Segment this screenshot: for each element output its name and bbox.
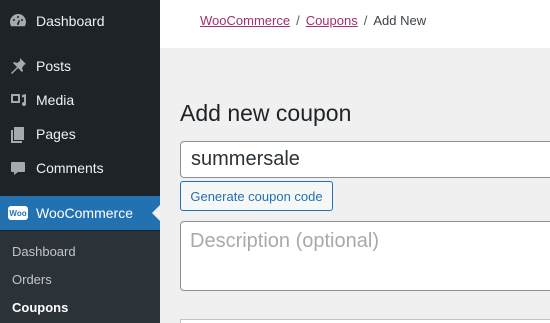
page-title: Add new coupon [180, 100, 352, 126]
woocommerce-submenu: Dashboard Orders Coupons [0, 231, 160, 323]
woocommerce-icon: Woo [8, 203, 28, 223]
sidebar-item-label: Comments [36, 160, 104, 176]
description-field[interactable] [180, 221, 550, 291]
sidebar-item-dashboard[interactable]: Dashboard [0, 4, 160, 38]
coupon-code-input[interactable] [180, 141, 550, 178]
submenu-item-coupons[interactable]: Coupons [12, 300, 68, 315]
sidebar-item-comments[interactable]: Comments [0, 151, 160, 185]
sidebar-item-label: Pages [36, 126, 76, 142]
breadcrumb: WooCommerce / Coupons / Add New [200, 13, 426, 28]
pin-icon [8, 56, 28, 76]
breadcrumb-separator: / [363, 13, 368, 28]
sidebar-item-pages[interactable]: Pages [0, 117, 160, 151]
sidebar-item-label: Media [36, 92, 75, 108]
sidebar-item-posts[interactable]: Posts [0, 49, 160, 83]
breadcrumb-link-coupons[interactable]: Coupons [306, 13, 358, 28]
submenu-item-orders[interactable]: Orders [12, 272, 52, 287]
sidebar-item-label: Posts [36, 58, 72, 74]
breadcrumb-link-woocommerce[interactable]: WooCommerce [200, 13, 290, 28]
coupon-data-panel-edge [180, 319, 550, 323]
sidebar-item-label: WooCommerce [36, 205, 133, 221]
sidebar-item-label: Dashboard [36, 13, 105, 29]
dashboard-icon [8, 11, 28, 31]
page-header: WooCommerce / Coupons / Add New [160, 0, 550, 48]
breadcrumb-current: Add New [373, 13, 427, 28]
submenu-item-dashboard[interactable]: Dashboard [12, 244, 76, 259]
sidebar-item-media[interactable]: Media [0, 83, 160, 117]
admin-sidebar: Dashboard Posts Media Pages Comments Woo… [0, 0, 160, 323]
sidebar-item-woocommerce[interactable]: Woo WooCommerce [0, 196, 160, 230]
comments-icon [8, 158, 28, 178]
media-icon [8, 90, 28, 110]
pages-icon [8, 124, 28, 144]
breadcrumb-separator: / [296, 13, 300, 28]
active-menu-arrow [152, 205, 160, 221]
generate-coupon-code-button[interactable]: Generate coupon code [180, 181, 333, 211]
